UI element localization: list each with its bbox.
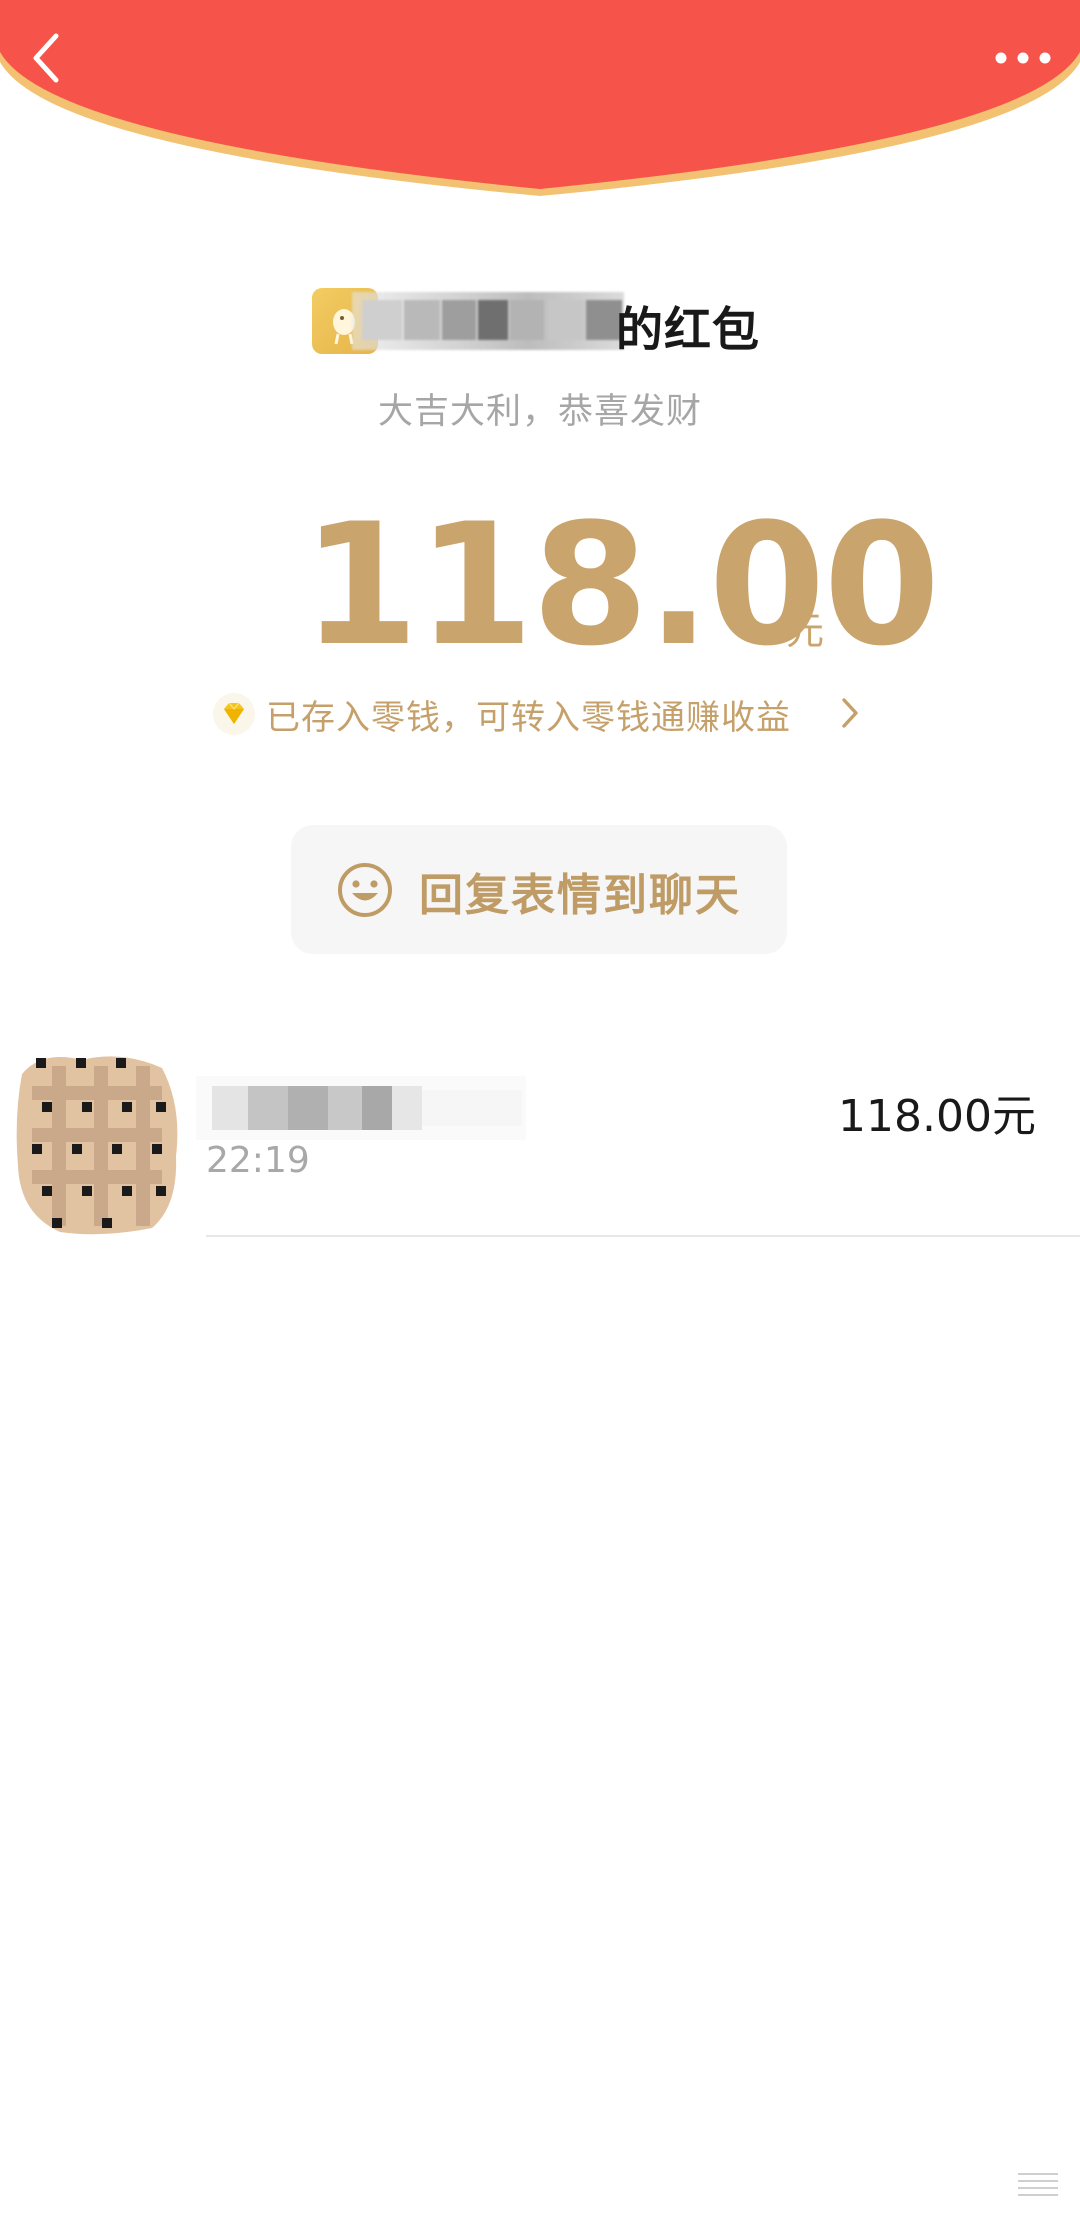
more-dots-icon xyxy=(995,52,1051,64)
amount-block: 118.00 元 xyxy=(0,500,1080,670)
amount-unit: 元 xyxy=(786,609,825,653)
receiver-name-obscured xyxy=(196,1076,526,1140)
avatar xyxy=(16,1056,178,1235)
sender-row: 的红包 xyxy=(0,282,1080,358)
back-button[interactable] xyxy=(22,26,82,90)
stored-notice[interactable]: 已存入零钱，可转入零钱通赚收益 xyxy=(0,688,1080,738)
received-amount: 118.00元 xyxy=(838,1091,1036,1142)
receiver-record[interactable]: 22:19 118.00元 xyxy=(0,1040,1080,1240)
reply-sticker-button[interactable]: 回复表情到聊天 xyxy=(291,825,787,954)
receive-time: 22:19 xyxy=(206,1140,310,1181)
chevron-left-icon xyxy=(33,33,59,83)
smile-icon xyxy=(338,863,392,917)
more-button[interactable] xyxy=(988,36,1058,76)
chevron-right-icon xyxy=(842,698,858,728)
watermark-icon xyxy=(1018,2173,1058,2196)
amount-value: 118.00 xyxy=(302,487,940,683)
sender-name-obscured xyxy=(352,292,624,350)
diamond-icon xyxy=(213,693,255,735)
header-banner xyxy=(0,0,1080,196)
divider xyxy=(206,1235,1080,1237)
sender-suffix-label: 的红包 xyxy=(616,303,760,358)
stored-notice-text: 已存入零钱，可转入零钱通赚收益 xyxy=(266,698,791,738)
blessing-text: 大吉大利，恭喜发财 xyxy=(377,392,702,432)
reply-sticker-label: 回复表情到聊天 xyxy=(419,870,741,921)
